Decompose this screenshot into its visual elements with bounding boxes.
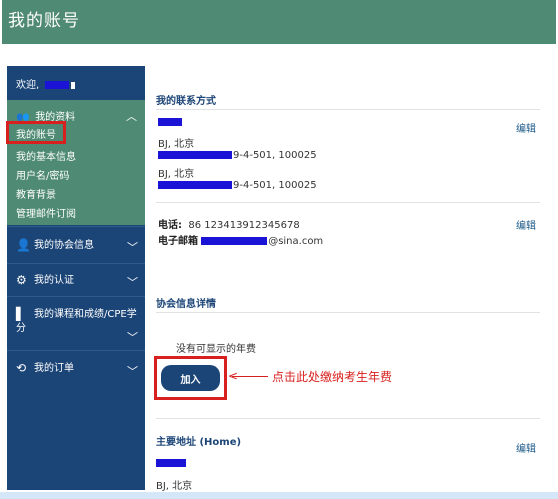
history-icon: ⟲ [16,361,27,375]
phone-row: 电话: 86 123413912345678 [158,216,300,231]
bottom-band [0,492,558,499]
sidebar-section-profile: 👥 我的资料 ︿ 我的账号 我的基本信息 用户名/密码 教育背景 管理邮件订阅 [7,100,145,225]
page-title: 我的账号 [8,11,80,31]
address2-city: BJ, 北京 [158,169,195,180]
annotation-text: 点击此处缴纳考生年费 [272,370,393,384]
sidebar-item-association[interactable]: 👤 我的协会信息 ﹀ [7,226,145,263]
highlight-box-join: 加入 [154,356,227,400]
sidebar-item-email-subscriptions[interactable]: 管理邮件订阅 [16,205,76,220]
chevron-down-icon[interactable]: ﹀ [127,363,138,379]
redacted-email [201,237,268,245]
phone-value: 86 123413912345678 [188,220,300,231]
divider [156,312,540,313]
chevron-down-icon[interactable]: ﹀ [127,239,138,255]
contact-section-title: 我的联系方式 [156,96,216,107]
certification-label: 我的认证 [34,275,74,286]
address2-line: 9-4-501, 100025 [158,180,317,191]
email-value: @sina.com [268,236,324,247]
address1-line: 9-4-501, 100025 [158,150,317,161]
orders-label: 我的订单 [34,363,74,374]
redacted-username [45,81,70,89]
chevron-down-icon[interactable]: ﹀ [127,329,138,345]
redacted-street [158,181,232,189]
divider [156,202,540,203]
email-label: 电子邮箱 [158,236,198,247]
phone-label: 电话: [158,220,182,231]
redacted-name [156,459,186,467]
user-icon: 👤 [16,238,31,252]
sidebar-item-certification[interactable]: ⚙ 我的认证 ﹀ [7,263,145,296]
gear-icon: ⚙ [16,273,27,287]
join-button[interactable]: 加入 [161,365,220,391]
primary-address-city: BJ, 北京 [156,481,193,492]
sidebar-item-username-password[interactable]: 用户名/密码 [16,167,69,182]
sidebar-item-courses[interactable]: ▌ 我的课程和成绩/CPE学分 ﹀ [7,296,145,350]
redacted-street [158,151,232,159]
address1-city: BJ, 北京 [158,139,195,150]
sidebar-item-education[interactable]: 教育背景 [16,186,56,201]
sidebar-item-basic-info[interactable]: 我的基本信息 [16,148,76,163]
address1-line-text: 9-4-501, 100025 [233,150,317,161]
divider [156,418,540,419]
main-content: 我的联系方式 编辑 BJ, 北京 9-4-501, 100025 BJ, 北京 … [146,66,550,492]
welcome-label: 欢迎, [16,80,40,91]
edit-contact-link[interactable]: 编辑 [516,120,536,135]
annotation-arrow [232,376,268,377]
no-fees-text: 没有可显示的年费 [176,344,256,355]
divider [156,109,540,110]
sidebar-item-orders[interactable]: ⟲ 我的订单 ﹀ [7,350,145,386]
redaction-mark [71,81,76,89]
book-icon: ▌ [16,307,26,321]
address2-line-text: 9-4-501, 100025 [233,180,317,191]
chevron-down-icon[interactable]: ﹀ [127,274,138,290]
primary-address-title: 主要地址 (Home) [156,437,242,448]
redacted-name [158,118,182,126]
membership-section-title: 协会信息详情 [156,299,216,310]
courses-label: 我的课程和成绩/CPE学分 [16,309,137,334]
welcome-text: 欢迎, [7,66,145,98]
chevron-up-icon[interactable]: ︿ [126,108,137,124]
association-label: 我的协会信息 [34,240,94,251]
highlight-box-my-account [6,121,66,144]
edit-phone-link[interactable]: 编辑 [516,217,536,232]
edit-primary-address-link[interactable]: 编辑 [516,440,536,455]
email-row: 电子邮箱 @sina.com [158,232,323,247]
page-header: 我的账号 [2,0,556,44]
